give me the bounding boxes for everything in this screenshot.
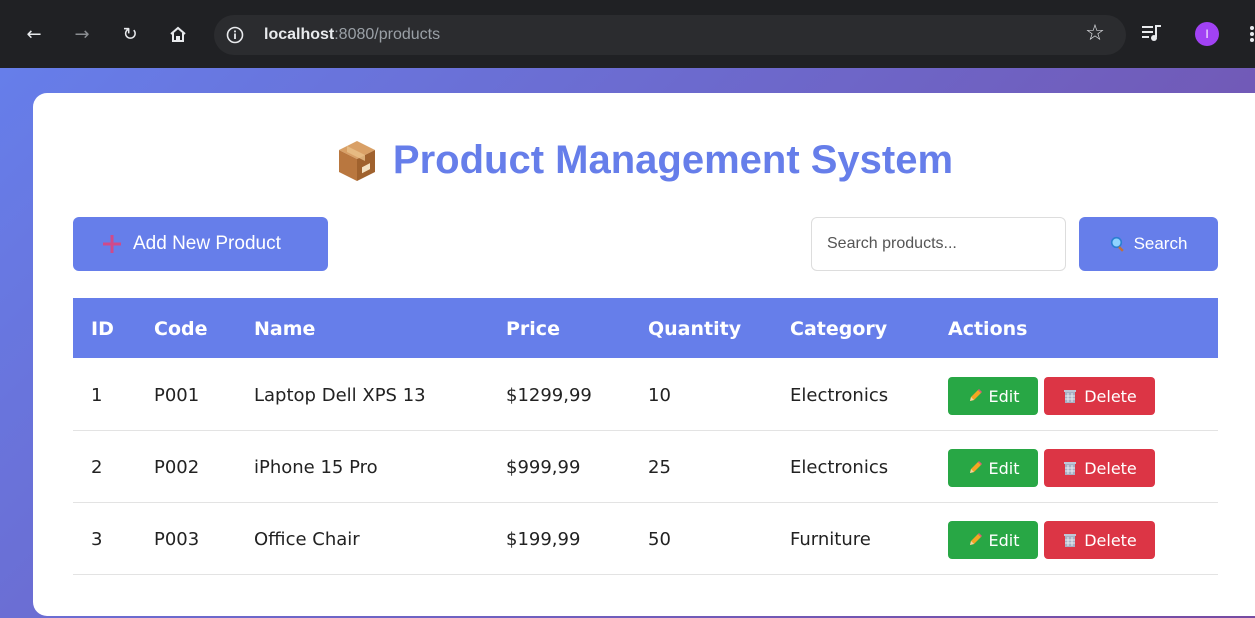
table-row: 2 P002 iPhone 15 Pro $999,99 25 Electron… bbox=[73, 431, 1218, 503]
table-header: ID Code Name Price Quantity Category Act… bbox=[73, 298, 1218, 358]
search-button-label: Search bbox=[1133, 234, 1188, 253]
delete-label: Delete bbox=[1084, 386, 1137, 406]
add-product-button[interactable]: Add New Product bbox=[73, 217, 328, 271]
wastebasket-icon bbox=[1062, 388, 1078, 404]
search-input[interactable] bbox=[811, 217, 1066, 271]
cell-quantity: 50 bbox=[648, 529, 671, 550]
column-header-category[interactable]: Category bbox=[790, 318, 887, 340]
address-bar[interactable]: localhost:8080/products bbox=[214, 15, 1126, 55]
cell-code: P001 bbox=[154, 385, 200, 406]
home-icon[interactable] bbox=[164, 20, 192, 48]
table-row: 1 P001 Laptop Dell XPS 13 $1299,99 10 El… bbox=[73, 359, 1218, 431]
url-host: localhost bbox=[264, 26, 335, 43]
media-control-icon[interactable] bbox=[1140, 21, 1164, 45]
page-title-text: Product Management System bbox=[392, 138, 954, 182]
delete-button[interactable]: Delete bbox=[1044, 521, 1155, 559]
wastebasket-icon bbox=[1062, 532, 1078, 548]
cell-id: 1 bbox=[91, 385, 103, 406]
pencil-icon bbox=[967, 532, 983, 548]
cell-price: $999,99 bbox=[506, 457, 581, 478]
page-title: Product Management System bbox=[0, 138, 1255, 193]
cell-name: Office Chair bbox=[254, 529, 360, 550]
delete-label: Delete bbox=[1084, 458, 1137, 478]
cell-quantity: 25 bbox=[648, 457, 671, 478]
forward-arrow-icon[interactable]: → bbox=[68, 20, 96, 48]
search-button[interactable]: Search bbox=[1079, 217, 1218, 271]
column-header-id[interactable]: ID bbox=[91, 318, 114, 340]
pencil-icon bbox=[967, 388, 983, 404]
profile-avatar[interactable]: I bbox=[1195, 22, 1219, 46]
back-arrow-icon[interactable]: ← bbox=[20, 20, 48, 48]
column-header-code[interactable]: Code bbox=[154, 318, 207, 340]
cell-code: P003 bbox=[154, 529, 200, 550]
wastebasket-icon bbox=[1062, 460, 1078, 476]
column-header-actions: Actions bbox=[948, 318, 1028, 340]
cell-price: $1299,99 bbox=[506, 385, 592, 406]
cell-name: iPhone 15 Pro bbox=[254, 457, 378, 478]
cell-category: Furniture bbox=[790, 529, 871, 550]
column-header-name[interactable]: Name bbox=[254, 318, 315, 340]
url-text[interactable]: localhost:8080/products bbox=[264, 26, 440, 44]
column-header-price[interactable]: Price bbox=[506, 318, 560, 340]
cell-id: 3 bbox=[91, 529, 103, 550]
magnifier-icon bbox=[1110, 236, 1126, 252]
browser-toolbar: ← → ↻ localhost:8080/products ☆ I bbox=[0, 0, 1255, 68]
kebab-menu-icon[interactable] bbox=[1242, 22, 1255, 46]
edit-label: Edit bbox=[988, 530, 1020, 550]
cell-code: P002 bbox=[154, 457, 200, 478]
edit-label: Edit bbox=[988, 386, 1020, 406]
edit-button[interactable]: Edit bbox=[948, 377, 1038, 415]
package-box-icon bbox=[337, 139, 377, 183]
cell-category: Electronics bbox=[790, 385, 889, 406]
cell-name: Laptop Dell XPS 13 bbox=[254, 385, 426, 406]
plus-icon bbox=[101, 233, 123, 255]
delete-button[interactable]: Delete bbox=[1044, 377, 1155, 415]
cell-quantity: 10 bbox=[648, 385, 671, 406]
cell-category: Electronics bbox=[790, 457, 889, 478]
delete-button[interactable]: Delete bbox=[1044, 449, 1155, 487]
cell-price: $199,99 bbox=[506, 529, 581, 550]
bookmark-star-icon[interactable]: ☆ bbox=[1083, 21, 1107, 46]
table-row: 3 P003 Office Chair $199,99 50 Furniture… bbox=[73, 503, 1218, 575]
delete-label: Delete bbox=[1084, 530, 1137, 550]
edit-button[interactable]: Edit bbox=[948, 449, 1038, 487]
pencil-icon bbox=[967, 460, 983, 476]
edit-button[interactable]: Edit bbox=[948, 521, 1038, 559]
edit-label: Edit bbox=[988, 458, 1020, 478]
site-info-icon[interactable] bbox=[224, 24, 246, 46]
cell-id: 2 bbox=[91, 457, 103, 478]
add-product-label: Add New Product bbox=[133, 233, 281, 254]
url-path: :8080/products bbox=[334, 26, 441, 43]
reload-icon[interactable]: ↻ bbox=[116, 20, 144, 48]
column-header-quantity[interactable]: Quantity bbox=[648, 318, 741, 340]
